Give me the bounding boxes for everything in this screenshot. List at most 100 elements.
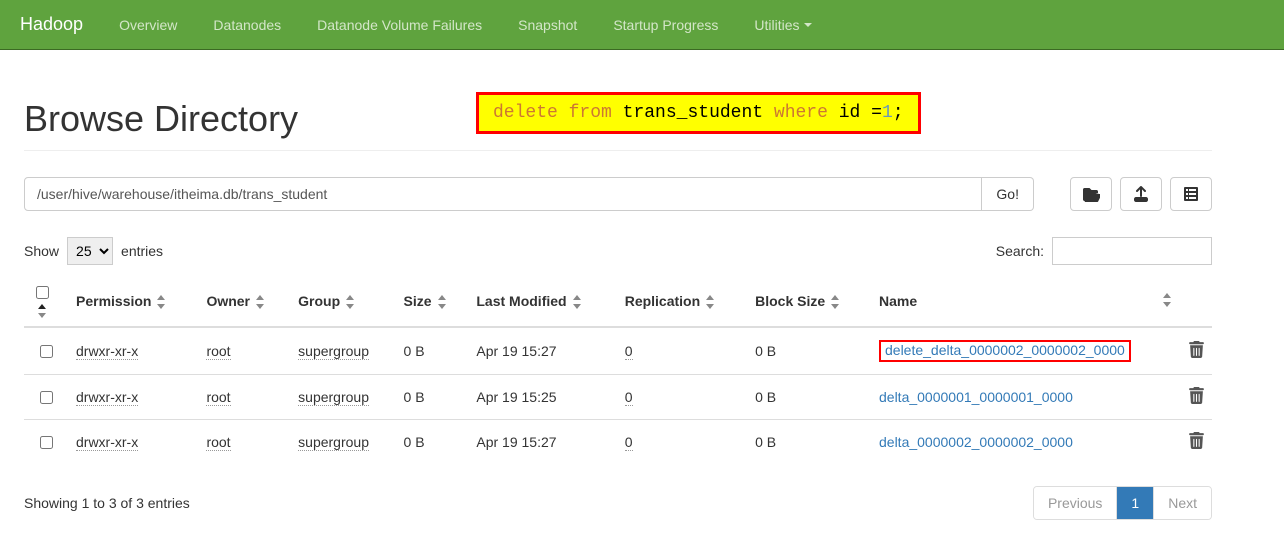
col-size[interactable]: Size xyxy=(396,275,469,327)
col-permission-label: Permission xyxy=(76,293,151,309)
show-label: Show xyxy=(24,243,59,259)
size-value: 0 B xyxy=(396,375,469,420)
size-value: 0 B xyxy=(396,327,469,375)
search-box: Search: xyxy=(996,237,1212,265)
owner-value: root xyxy=(206,434,230,451)
upload-button[interactable] xyxy=(1120,177,1162,211)
col-last-modified[interactable]: Last Modified xyxy=(468,275,616,327)
table-toolbar: Show 25 entries Search: xyxy=(24,237,1212,265)
block-size-value: 0 B xyxy=(747,420,871,465)
folder-open-icon xyxy=(1082,186,1100,202)
show-entries: Show 25 entries xyxy=(24,237,163,265)
row-checkbox[interactable] xyxy=(40,391,53,404)
file-table: Permission Owner Group Size Last Modifie… xyxy=(24,275,1212,464)
page-title: Browse Directory delete from trans_stude… xyxy=(24,98,1212,151)
nav-overview[interactable]: Overview xyxy=(101,0,195,50)
delete-button[interactable] xyxy=(1181,375,1212,420)
chevron-down-icon xyxy=(804,23,812,27)
sort-icon xyxy=(573,295,583,309)
col-block-size[interactable]: Block Size xyxy=(747,275,871,327)
col-name[interactable]: Name xyxy=(871,275,1181,327)
col-group[interactable]: Group xyxy=(290,275,395,327)
col-select-all xyxy=(24,275,68,327)
table-row: drwxr-xr-x root supergroup 0 B Apr 19 15:27 0… xyxy=(24,420,1212,465)
nav-datanode-volume-failures[interactable]: Datanode Volume Failures xyxy=(299,0,500,50)
new-folder-button[interactable] xyxy=(1070,177,1112,211)
group-value: supergroup xyxy=(298,434,369,451)
col-actions xyxy=(1181,275,1212,327)
next-button[interactable]: Next xyxy=(1153,487,1211,519)
search-input[interactable] xyxy=(1052,237,1212,265)
table-row: drwxr-xr-xrootsupergroup0 BApr 19 15:250… xyxy=(24,375,1212,420)
file-name-link[interactable]: delete_delta_0000002_0000002_0000 xyxy=(885,342,1125,358)
table-footer: Showing 1 to 3 of 3 entries Previous 1 N… xyxy=(24,486,1212,520)
col-permission[interactable]: Permission xyxy=(68,275,198,327)
sql-annotation: delete from trans_student where id =1; xyxy=(476,92,921,134)
nav-snapshot[interactable]: Snapshot xyxy=(500,0,595,50)
group-value: supergroup xyxy=(298,343,369,360)
nav-datanodes[interactable]: Datanodes xyxy=(195,0,299,50)
col-owner-label: Owner xyxy=(206,293,250,309)
nav-utilities[interactable]: Utilities xyxy=(736,0,829,50)
page-title-text: Browse Directory xyxy=(24,98,298,139)
icon-button-group xyxy=(1070,177,1212,211)
previous-button[interactable]: Previous xyxy=(1034,487,1116,519)
replication-value: 0 xyxy=(625,389,633,406)
sort-icon xyxy=(438,295,448,309)
owner-value: root xyxy=(206,389,230,406)
col-size-label: Size xyxy=(404,293,432,309)
go-button[interactable]: Go! xyxy=(982,177,1034,211)
search-label: Search: xyxy=(996,243,1044,259)
permission-value: drwxr-xr-x xyxy=(76,343,138,360)
last-modified-value: Apr 19 15:27 xyxy=(468,420,616,465)
nav-startup-progress[interactable]: Startup Progress xyxy=(595,0,736,50)
col-owner[interactable]: Owner xyxy=(198,275,290,327)
sort-icon xyxy=(831,295,841,309)
sort-icon xyxy=(256,295,266,309)
col-name-label: Name xyxy=(879,293,917,309)
file-name-link[interactable]: delta_0000002_0000002_0000 xyxy=(879,434,1073,450)
replication-value: 0 xyxy=(625,434,633,451)
row-checkbox[interactable] xyxy=(40,345,53,358)
sort-icon xyxy=(346,295,356,309)
trash-icon xyxy=(1189,387,1204,404)
permission-value: drwxr-xr-x xyxy=(76,389,138,406)
select-all-checkbox[interactable] xyxy=(36,286,49,299)
row-checkbox[interactable] xyxy=(40,436,53,449)
col-block-size-label: Block Size xyxy=(755,293,825,309)
col-last-modified-label: Last Modified xyxy=(476,293,566,309)
group-value: supergroup xyxy=(298,389,369,406)
sort-icon xyxy=(706,295,716,309)
block-size-value: 0 B xyxy=(747,327,871,375)
table-info: Showing 1 to 3 of 3 entries xyxy=(24,495,190,511)
last-modified-value: Apr 19 15:25 xyxy=(468,375,616,420)
name-highlight: delete_delta_0000002_0000002_0000 xyxy=(879,340,1131,362)
col-replication[interactable]: Replication xyxy=(617,275,747,327)
trash-icon xyxy=(1189,432,1204,449)
cut-button[interactable] xyxy=(1170,177,1212,211)
brand-logo[interactable]: Hadoop xyxy=(20,14,101,35)
replication-value: 0 xyxy=(625,343,633,360)
entries-label: entries xyxy=(121,243,163,259)
nav-utilities-label: Utilities xyxy=(754,17,799,33)
owner-value: root xyxy=(206,343,230,360)
delete-button[interactable] xyxy=(1181,420,1212,465)
col-group-label: Group xyxy=(298,293,340,309)
file-name-link[interactable]: delta_0000001_0000001_0000 xyxy=(879,389,1073,405)
permission-value: drwxr-xr-x xyxy=(76,434,138,451)
trash-icon xyxy=(1189,341,1204,358)
list-icon xyxy=(1182,186,1200,202)
path-row: Go! xyxy=(24,177,1212,211)
navbar: Hadoop Overview Datanodes Datanode Volum… xyxy=(0,0,1284,50)
page-1-button[interactable]: 1 xyxy=(1116,487,1153,519)
last-modified-value: Apr 19 15:27 xyxy=(468,327,616,375)
upload-icon xyxy=(1132,186,1150,202)
delete-button[interactable] xyxy=(1181,327,1212,375)
col-replication-label: Replication xyxy=(625,293,700,309)
sort-icon xyxy=(157,295,167,309)
block-size-value: 0 B xyxy=(747,375,871,420)
sort-icon xyxy=(1163,293,1173,307)
path-input[interactable] xyxy=(24,177,982,211)
page-size-select[interactable]: 25 xyxy=(67,237,113,265)
sort-icon[interactable] xyxy=(38,304,48,318)
